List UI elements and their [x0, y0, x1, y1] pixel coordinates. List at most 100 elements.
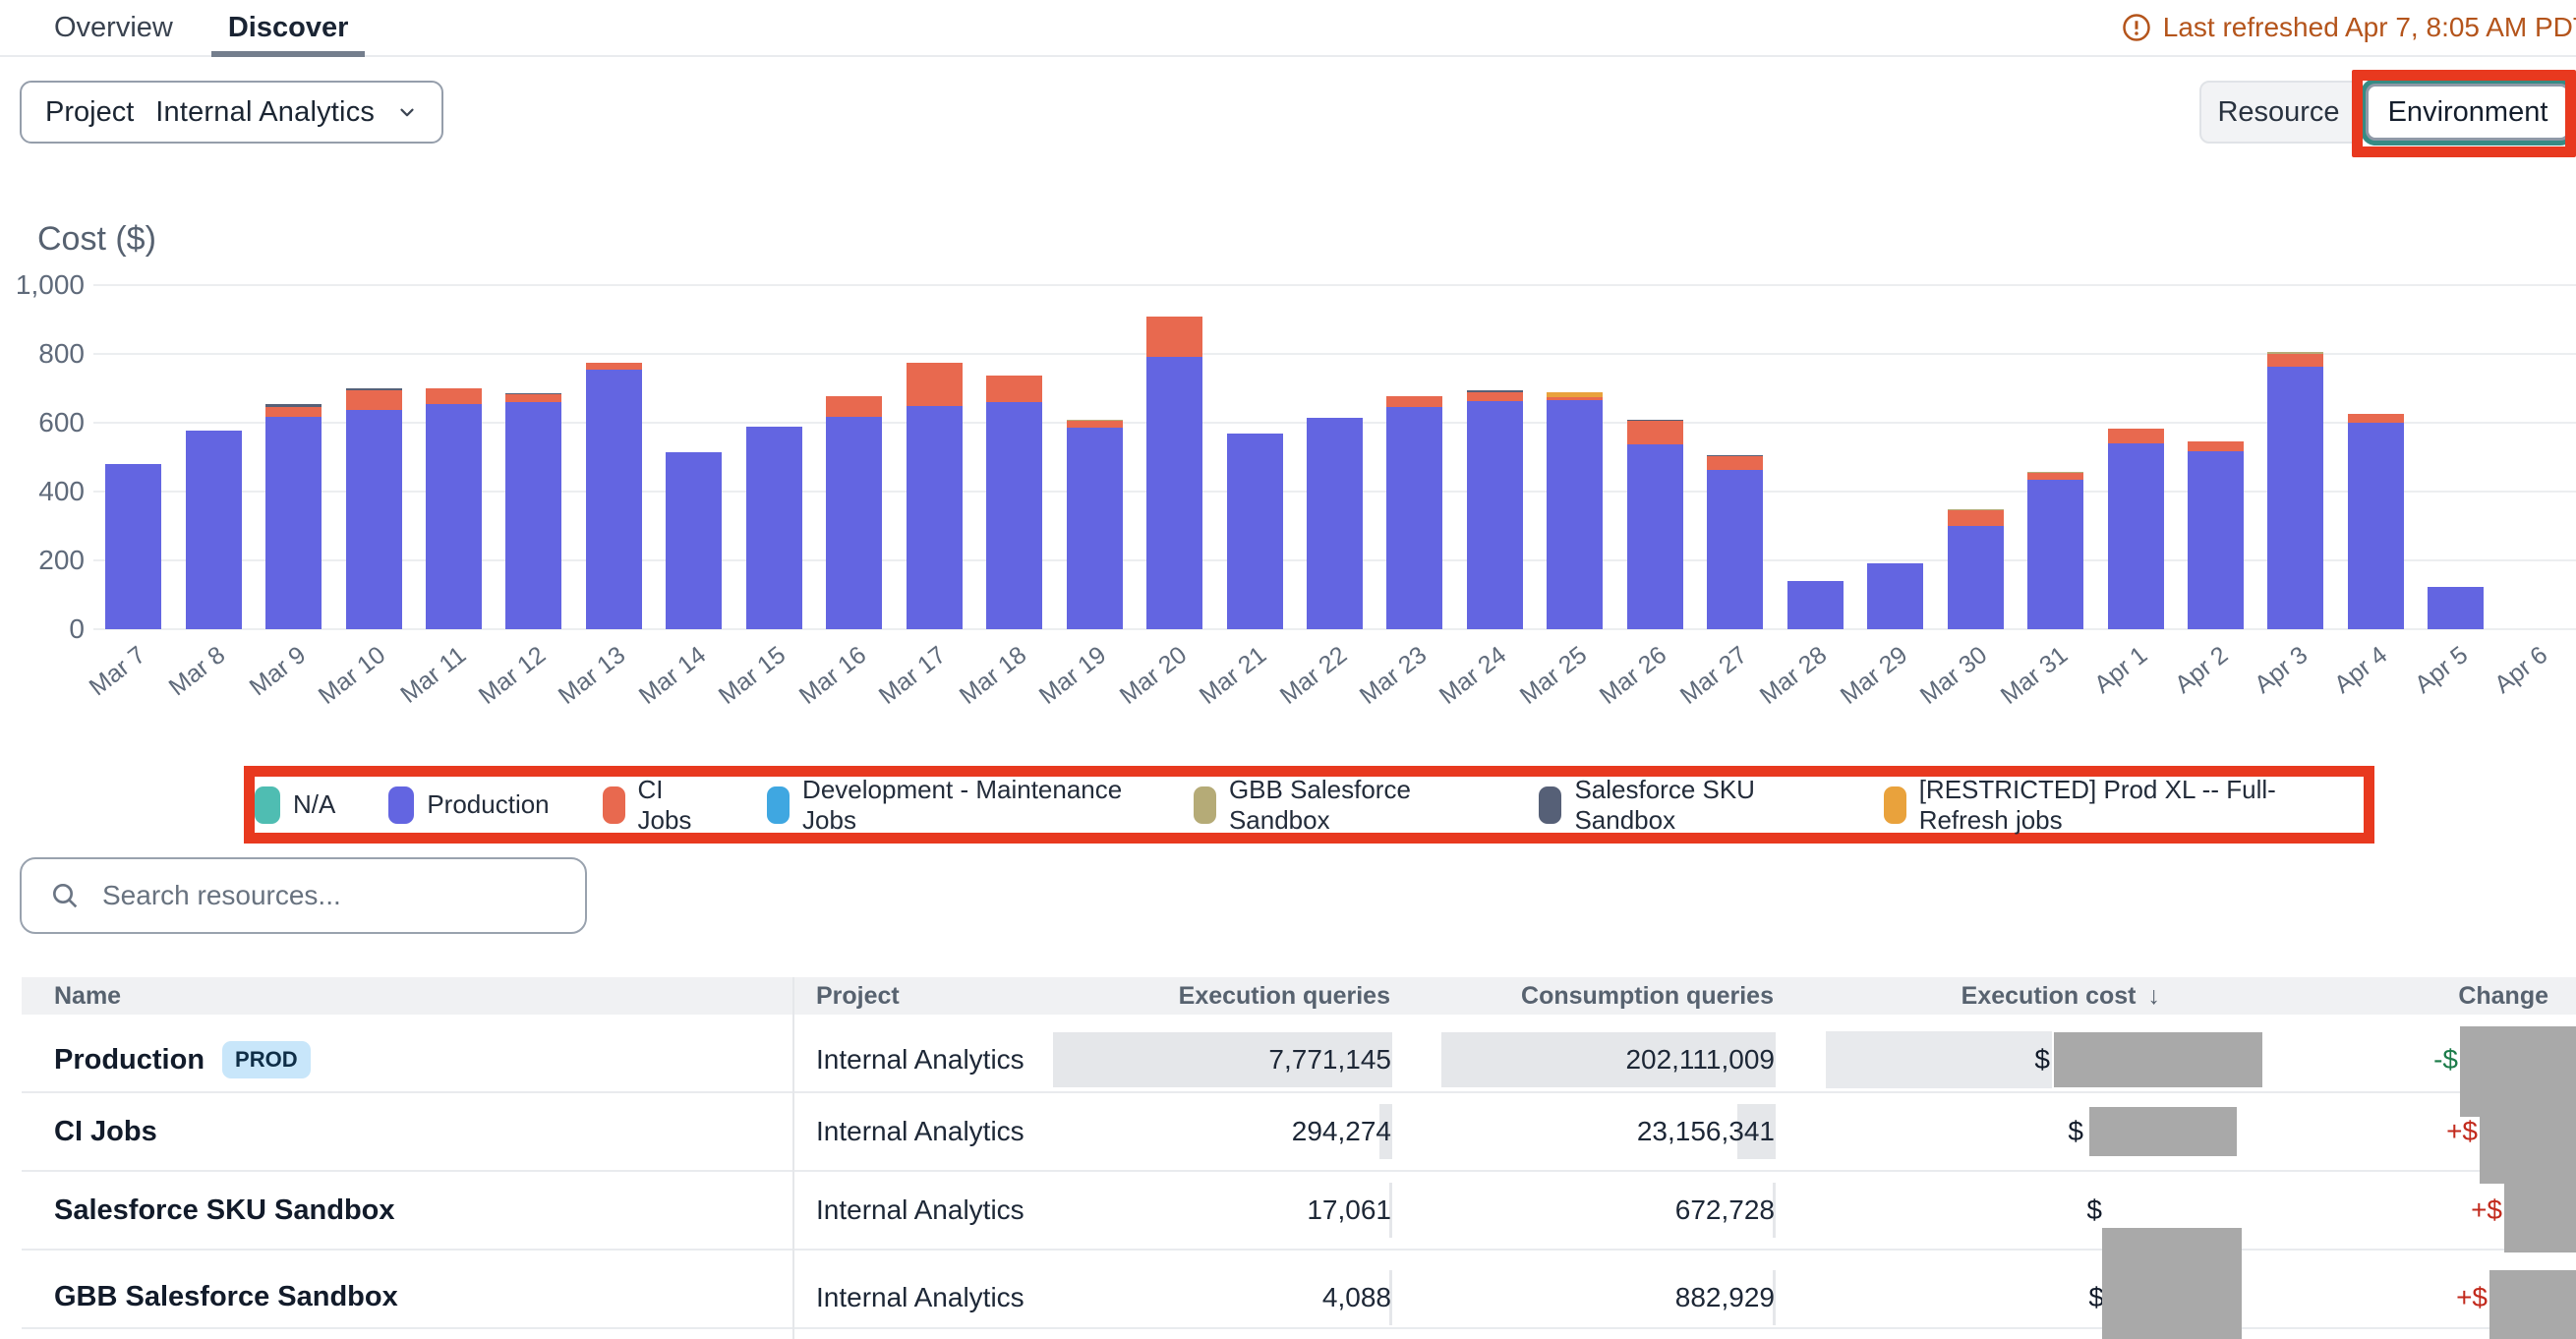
x-axis-label: Mar 14 — [634, 641, 712, 711]
column-header-name[interactable]: Name — [22, 982, 792, 1011]
bar-segment-production — [666, 452, 722, 629]
execution-queries-cell: 294,274 — [1087, 1116, 1392, 1147]
x-axis-label: Apr 1 — [2089, 641, 2153, 700]
bar-column: Mar 27 — [1695, 285, 1775, 629]
bar-column: Apr 2 — [2176, 285, 2255, 629]
bar-plot: Mar 7Mar 8Mar 9Mar 10Mar 11Mar 12Mar 13M… — [93, 285, 2576, 629]
bar-column: Mar 9 — [254, 285, 333, 629]
project-cell: Internal Analytics — [792, 1116, 1087, 1147]
resource-name: Salesforce SKU Sandbox — [54, 1194, 395, 1227]
x-axis-label: Mar 22 — [1274, 641, 1352, 711]
bar-column: Mar 16 — [814, 285, 894, 629]
legend-swatch — [1194, 786, 1216, 824]
column-header-label: Project — [816, 982, 900, 1010]
redacted-cost-value — [2054, 1032, 2262, 1087]
table-header-row: Name Project Execution queries Consumption … — [22, 977, 2576, 1015]
bar-column: Mar 24 — [1455, 285, 1535, 629]
column-header-execution-cost[interactable]: Execution cost↓ — [1776, 982, 2262, 1011]
table-row-salesforce-sku-sandbox[interactable]: Salesforce SKU SandboxInternal Analytics… — [22, 1172, 2576, 1251]
legend-label: N/A — [293, 789, 335, 820]
resource-name: CI Jobs — [54, 1116, 157, 1148]
column-header-project[interactable]: Project — [792, 982, 1087, 1011]
column-header-execution-queries[interactable]: Execution queries — [1087, 982, 1392, 1011]
resource-toggle-button[interactable]: Resource — [2199, 81, 2358, 144]
x-axis-label: Mar 29 — [1835, 641, 1912, 711]
x-axis-label: Mar 25 — [1515, 641, 1593, 711]
change-prefix: -$ — [2433, 1044, 2458, 1076]
bar-column: Mar 20 — [1135, 285, 1214, 629]
legend-item-development-maintenance-jobs[interactable]: Development - Maintenance Jobs — [767, 775, 1141, 836]
bar-segment-production — [1067, 428, 1123, 629]
cost-magnitude-bar: $ — [1826, 1031, 2052, 1088]
bar-column: Mar 25 — [1535, 285, 1614, 629]
bar-segment-production — [105, 464, 161, 629]
project-cell: Internal Analytics — [792, 1282, 1087, 1313]
x-axis-label: Mar 23 — [1355, 641, 1433, 711]
bar-column: Mar 22 — [1295, 285, 1375, 629]
column-header-label: Consumption queries — [1521, 982, 1774, 1010]
column-divider — [792, 977, 794, 1339]
legend-item-production[interactable]: Production — [388, 786, 549, 824]
tab-overview[interactable]: Overview — [54, 0, 173, 55]
bar-segment-ci-jobs — [1627, 421, 1683, 444]
bar-segment-ci-jobs — [346, 390, 402, 410]
column-header-change[interactable]: Change — [2262, 982, 2576, 1011]
tab-discover[interactable]: Discover — [228, 0, 349, 55]
column-header-consumption-queries[interactable]: Consumption queries — [1392, 982, 1776, 1011]
x-axis-label: Mar 21 — [1195, 641, 1272, 711]
bar-segment-ci-jobs — [1146, 317, 1202, 357]
bar-column: Mar 30 — [1935, 285, 2015, 629]
bar-column: Mar 26 — [1615, 285, 1695, 629]
execution-queries-value: 7,771,145 — [1268, 1044, 1391, 1076]
consumption-queries-cell: 202,111,009 — [1392, 1044, 1776, 1076]
bar-column: Mar 23 — [1375, 285, 1454, 629]
legend-label: Production — [427, 789, 549, 820]
last-refreshed-text: Last refreshed Apr 7, 8:05 AM PDT — [2163, 12, 2576, 43]
redacted-change-value — [2489, 1270, 2576, 1339]
bar-column: Mar 28 — [1776, 285, 1855, 629]
legend-item-n-a[interactable]: N/A — [255, 786, 335, 824]
redacted-cost-value — [2102, 1228, 2242, 1339]
y-axis-tick-label: 1,000 — [0, 269, 85, 301]
bar-segment-production — [1307, 418, 1363, 629]
bar-segment-ci-jobs — [1386, 396, 1442, 408]
bar-segment-production — [907, 406, 963, 630]
resource-name-cell: Salesforce SKU Sandbox — [22, 1194, 792, 1227]
bar-segment-production — [1707, 470, 1763, 629]
chart-legend: N/A Production CI Jobs Development - Mainte… — [255, 775, 2364, 836]
bar-segment-production — [826, 417, 882, 629]
execution-queries-value: 17,061 — [1307, 1194, 1391, 1226]
bar-column: Mar 8 — [173, 285, 253, 629]
legend-item-salesforce-sku-sandbox[interactable]: Salesforce SKU Sandbox — [1539, 775, 1830, 836]
environment-toggle-button[interactable]: Environment — [2366, 84, 2570, 141]
project-filter-dropdown[interactable]: Project Internal Analytics — [20, 81, 443, 144]
legend-item-ci-jobs[interactable]: CI Jobs — [603, 775, 714, 836]
resource-name-cell: GBB Salesforce Sandbox — [22, 1281, 792, 1313]
legend-label: Development - Maintenance Jobs — [802, 775, 1141, 836]
bar-segment-production — [186, 431, 242, 629]
bar-segment-production — [346, 410, 402, 629]
bar-column: Mar 11 — [414, 285, 494, 629]
change-prefix: +$ — [2456, 1282, 2488, 1313]
bar-column: Mar 14 — [654, 285, 733, 629]
table-row-production[interactable]: ProductionPRODInternal Analytics7,771,14… — [22, 1015, 2576, 1093]
change-cell: +$ — [2262, 1251, 2576, 1339]
bar-segment-ci-jobs — [1067, 421, 1123, 428]
bar-column: Mar 29 — [1855, 285, 1935, 629]
x-axis-label: Apr 2 — [2169, 641, 2233, 700]
redacted-change-value — [2504, 1184, 2576, 1252]
change-cell: -$ — [2262, 1015, 2576, 1105]
table-row-ci-jobs[interactable]: CI JobsInternal Analytics294,27423,156,3… — [22, 1093, 2576, 1172]
legend-item-gbb-salesforce-sandbox[interactable]: GBB Salesforce Sandbox — [1194, 775, 1487, 836]
search-input[interactable] — [102, 880, 535, 911]
resource-name-cell: CI Jobs — [22, 1116, 792, 1148]
bar-column: Mar 18 — [974, 285, 1054, 629]
bar-segment-production — [1386, 407, 1442, 629]
bar-segment-production — [1787, 581, 1844, 629]
consumption-queries-cell: 672,728 — [1392, 1194, 1776, 1226]
redacted-change-value — [2480, 1107, 2576, 1184]
bar-segment-ci-jobs — [505, 394, 561, 402]
legend-item--restricted-prod-xl-full-refresh-jobs[interactable]: [RESTRICTED] Prod XL -- Full-Refresh job… — [1884, 775, 2364, 836]
x-axis-label: Mar 19 — [1034, 641, 1112, 711]
legend-label: CI Jobs — [638, 775, 714, 836]
